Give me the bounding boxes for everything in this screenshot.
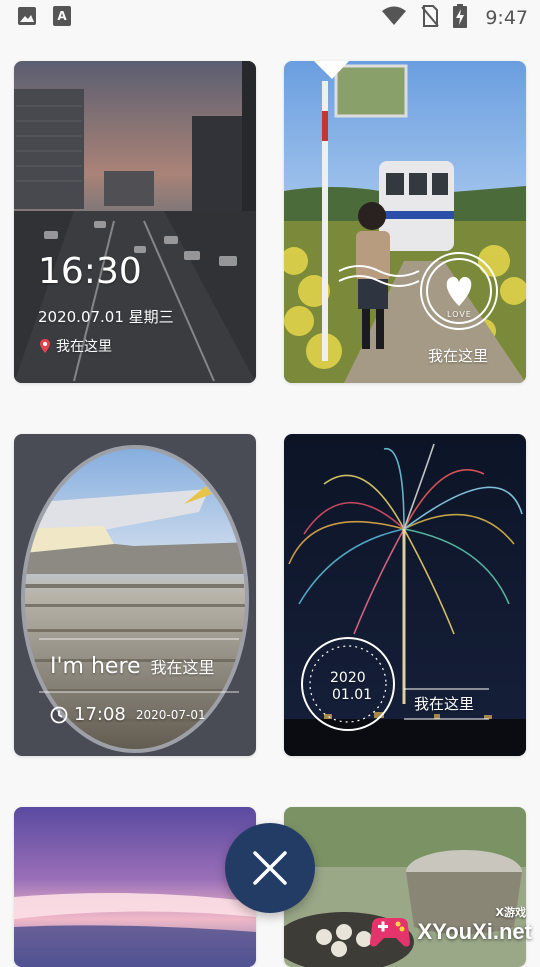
template-card-train[interactable]: LOVE 我在这里 <box>284 61 526 383</box>
close-icon <box>253 851 287 885</box>
card-title-en: I'm here <box>50 654 141 679</box>
card-title-cn: 我在这里 <box>150 658 215 677</box>
battery-charging-icon <box>453 4 468 32</box>
watermark-text: XYouXi.net <box>417 919 533 944</box>
template-card-city[interactable]: 16:30 2020.07.01 星期三 我在这里 <box>14 61 256 383</box>
svg-text:A: A <box>57 9 67 23</box>
stamp-date: 01.01 <box>332 687 373 703</box>
text-a-icon: A <box>52 5 72 31</box>
sunset-sky-image <box>14 807 256 967</box>
template-card-sunset[interactable] <box>14 807 256 967</box>
card-date: 2020.07.01 星期三 <box>38 308 174 326</box>
fireworks-image <box>284 434 526 756</box>
train-station-image <box>284 61 526 383</box>
image-icon <box>16 5 38 31</box>
location-pin-icon <box>40 339 50 353</box>
card-date: 2020-07-01 <box>135 707 206 722</box>
status-time: 9:47 <box>485 7 528 29</box>
status-bar: A 9:47 <box>0 0 540 36</box>
stamp-year: 2020 <box>330 670 366 686</box>
card-title: I'm here 我在这里 <box>50 654 215 679</box>
card-label: 我在这里 <box>414 695 475 713</box>
card-time-row: 17:08 2020-07-01 <box>50 704 206 725</box>
card-label: 我在这里 <box>428 347 489 365</box>
card-time: 16:30 <box>38 251 142 292</box>
template-card-airplane[interactable]: I'm here 我在这里 17:08 2020-07-01 <box>14 434 256 756</box>
clock-icon <box>50 706 68 723</box>
watermark: XYouXi.net <box>366 912 533 952</box>
gamepad-logo-icon <box>369 918 410 947</box>
city-street-image <box>14 61 256 383</box>
card-location: 我在这里 <box>40 336 112 356</box>
card-location-label: 我在这里 <box>56 339 112 355</box>
stamp-text: LOVE <box>447 310 472 319</box>
card-time: 17:08 <box>74 704 126 725</box>
wifi-icon <box>381 6 407 30</box>
close-button[interactable] <box>225 823 315 913</box>
no-sim-icon <box>421 5 440 31</box>
template-card-fireworks[interactable]: 2020 01.01 我在这里 <box>284 434 526 756</box>
